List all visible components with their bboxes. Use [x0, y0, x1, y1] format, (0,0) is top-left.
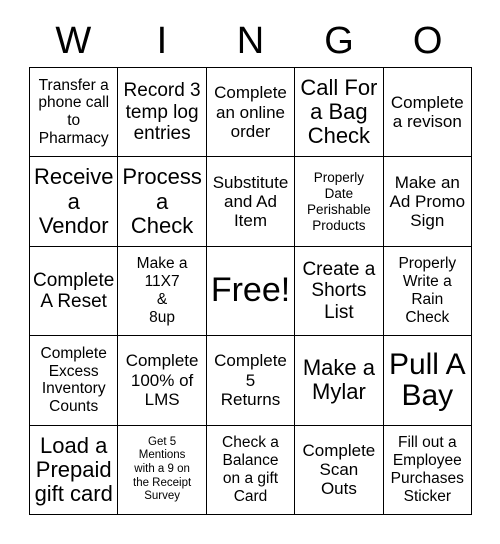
bingo-cell-r2c2[interactable]: Process a Check: [118, 157, 207, 247]
bingo-card: W I N G O Transfer a phone call to Pharm…: [0, 0, 500, 544]
bingo-cell-text: Pull A Bay: [388, 347, 466, 413]
bingo-cell-text: Fill out a Employee Purchases Sticker: [390, 434, 464, 505]
bingo-cell-r1c2[interactable]: Record 3 temp log entries: [118, 68, 207, 158]
bingo-cell-r3c5[interactable]: Properly Write a Rain Check: [383, 246, 472, 337]
bingo-cell-free[interactable]: Free!: [206, 246, 296, 337]
bingo-grid: Transfer a phone call to Pharmacy Record…: [29, 67, 472, 515]
bingo-cell-text: Substitute and Ad Item: [212, 172, 289, 231]
bingo-cell-text: Process a Check: [122, 164, 202, 238]
bingo-cell-text: Transfer a phone call to Pharmacy: [38, 76, 110, 147]
bingo-cell-r4c2[interactable]: Complete 100% of LMS: [118, 336, 207, 426]
bingo-cell-text: Complete Excess Inventory Counts: [40, 344, 107, 416]
bingo-cell-text: Complete Scan Outs: [302, 440, 376, 499]
bingo-cell-r5c2[interactable]: Get 5 Mentions with a 9 on the Receipt S…: [118, 425, 207, 515]
bingo-cell-text: Complete a revison: [390, 92, 464, 132]
bingo-cell-r3c4[interactable]: Create a Shorts List: [295, 246, 384, 337]
header-letter-g: G: [324, 20, 354, 62]
bingo-cell-r4c1[interactable]: Complete Excess Inventory Counts: [30, 336, 119, 426]
bingo-cell-r3c2[interactable]: Make a 11X7 & 8up: [118, 246, 207, 337]
bingo-cell-r4c5[interactable]: Pull A Bay: [383, 336, 472, 426]
bingo-cell-r1c4[interactable]: Call For a Bag Check: [295, 68, 384, 158]
bingo-cell-r1c3[interactable]: Complete an online order: [206, 68, 296, 158]
bingo-cell-text: Receive a Vendor: [33, 164, 114, 238]
bingo-cell-r2c1[interactable]: Receive a Vendor: [30, 157, 119, 247]
bingo-cell-r1c1[interactable]: Transfer a phone call to Pharmacy: [30, 68, 119, 158]
bingo-cell-r3c1[interactable]: Complete A Reset: [30, 246, 119, 337]
bingo-header: W I N G O: [29, 18, 472, 64]
bingo-cell-text: Complete an online order: [214, 83, 287, 141]
bingo-cell-r2c4[interactable]: Properly Date Perishable Products: [295, 157, 384, 247]
bingo-cell-r4c4[interactable]: Make a Mylar: [295, 336, 384, 426]
bingo-cell-r1c5[interactable]: Complete a revison: [383, 68, 472, 158]
header-letter-i: I: [156, 20, 168, 62]
header-letter-n: N: [236, 20, 265, 62]
bingo-cell-text: Load a Prepaid gift card: [34, 432, 113, 506]
bingo-cell-r2c5[interactable]: Make an Ad Promo Sign: [383, 157, 472, 247]
bingo-cell-text: Properly Write a Rain Check: [398, 255, 457, 326]
bingo-free-space-text: Free!: [210, 271, 291, 310]
bingo-cell-text: Complete 100% of LMS: [125, 351, 199, 410]
bingo-cell-text: Make an Ad Promo Sign: [389, 172, 466, 231]
bingo-cell-text: Complete A Reset: [33, 269, 115, 312]
bingo-cell-text: Check a Balance on a gift Card: [222, 434, 279, 505]
bingo-cell-text: Create a Shorts List: [302, 259, 376, 323]
bingo-cell-text: Make a Mylar: [302, 355, 375, 405]
bingo-cell-r5c5[interactable]: Fill out a Employee Purchases Sticker: [383, 425, 472, 515]
bingo-cell-text: Make a 11X7 & 8up: [136, 255, 188, 326]
bingo-cell-r5c1[interactable]: Load a Prepaid gift card: [30, 425, 119, 515]
bingo-cell-r5c4[interactable]: Complete Scan Outs: [295, 425, 384, 515]
bingo-cell-text: Properly Date Perishable Products: [306, 169, 371, 233]
bingo-cell-r2c3[interactable]: Substitute and Ad Item: [206, 157, 296, 247]
header-letter-w: W: [55, 20, 92, 62]
bingo-cell-text: Call For a Bag Check: [300, 74, 378, 149]
bingo-cell-text: Record 3 temp log entries: [123, 80, 201, 144]
bingo-cell-r5c3[interactable]: Check a Balance on a gift Card: [206, 425, 296, 515]
bingo-cell-r4c3[interactable]: Complete 5 Returns: [206, 336, 296, 426]
bingo-cell-text: Get 5 Mentions with a 9 on the Receipt S…: [133, 435, 192, 503]
bingo-cell-text: Complete 5 Returns: [214, 351, 287, 410]
header-letter-o: O: [412, 20, 443, 62]
